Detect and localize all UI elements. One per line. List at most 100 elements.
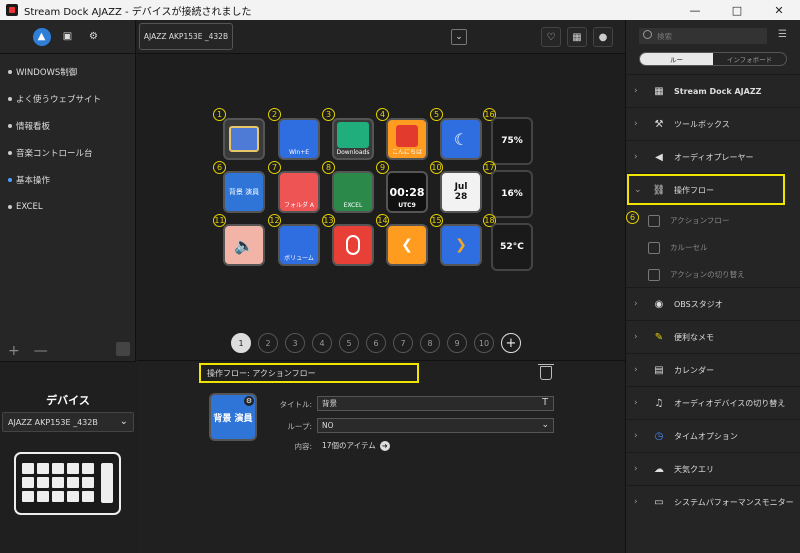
page-button[interactable]: 7: [393, 333, 413, 353]
key-10[interactable]: Jul 28: [440, 171, 482, 213]
title-input[interactable]: 背景: [317, 396, 554, 411]
minimize-button[interactable]: —: [674, 0, 716, 20]
page-button[interactable]: 6: [366, 333, 386, 353]
category-item[interactable]: › ▭ システムパフォーマンスモニター: [626, 485, 800, 518]
key-9[interactable]: 00:28 UTC9: [386, 171, 428, 213]
profile-item[interactable]: 情報看板: [0, 112, 135, 139]
list-view-icon[interactable]: ☰: [778, 29, 787, 40]
category-icon: ◀: [655, 151, 663, 163]
page-button[interactable]: 5: [339, 333, 359, 353]
title-bar: Stream Dock AJAZZ - デバイスが接続されました — □ ✕: [0, 0, 800, 20]
bullet-icon: [8, 69, 12, 74]
category-icon: ◷: [654, 430, 664, 442]
category-item[interactable]: › ♫ オーディオデバイスの切り替え: [626, 386, 800, 419]
page-button[interactable]: 9: [447, 333, 467, 353]
text-style-button[interactable]: T: [542, 397, 548, 408]
bullet-icon: [8, 123, 12, 128]
device-heading: デバイス: [46, 394, 90, 407]
chevron-right-icon: ›: [634, 119, 638, 129]
key-8[interactable]: EXCEL: [332, 171, 374, 213]
subaction-item[interactable]: カルーセル: [626, 234, 800, 261]
key-2[interactable]: Win+E: [278, 118, 320, 160]
page-button[interactable]: 10: [474, 333, 494, 353]
category-item[interactable]: › ⚒ ツールボックス: [626, 107, 800, 140]
category-icon: ♫: [654, 397, 664, 409]
bullet-icon: [8, 177, 12, 182]
bullet-icon: [8, 150, 12, 155]
maximize-button[interactable]: □: [716, 0, 758, 20]
category-item[interactable]: › ▦ Stream Dock AJAZZ: [626, 74, 800, 107]
device-select[interactable]: AJAZZ AKP153E _432B ⌄: [2, 412, 134, 432]
knob-17[interactable]: 16%: [491, 170, 533, 218]
app-icon: [6, 4, 18, 16]
category-icon: ☁: [654, 463, 664, 475]
knob-18[interactable]: 52°C: [491, 223, 533, 271]
carousel-icon: [648, 241, 660, 254]
page-selector: 1 2 3 4 5 6 7 8 9 10 +: [231, 333, 521, 353]
subaction-item[interactable]: アクションの切り替え: [626, 261, 800, 288]
category-item[interactable]: › ◷ タイムオプション: [626, 419, 800, 452]
remove-profile-icon[interactable]: —: [34, 343, 48, 359]
category-icon: ▭: [654, 496, 664, 508]
close-button[interactable]: ✕: [758, 0, 800, 20]
key-6[interactable]: 背景 演員: [223, 171, 265, 213]
category-icon: ⛓: [652, 184, 666, 196]
loop-select[interactable]: NO ⌄: [317, 418, 554, 433]
action-icon-preview[interactable]: 背景 演員 ⚙: [209, 393, 257, 441]
chevron-right-icon: ›: [634, 299, 638, 309]
trash-icon[interactable]: [538, 364, 554, 380]
add-page-button[interactable]: +: [501, 333, 521, 353]
category-item[interactable]: › ✎ 便利なメモ: [626, 320, 800, 353]
chevron-right-icon: ›: [634, 365, 638, 375]
search-input[interactable]: 検索: [639, 28, 767, 44]
key-3[interactable]: Downloads: [332, 118, 374, 160]
category-item-selected[interactable]: ⌄ ⛓ 操作フロー: [626, 173, 786, 206]
page-button[interactable]: 1: [231, 333, 251, 353]
content-label: 内容:: [294, 442, 312, 451]
category-item[interactable]: › ☁ 天気クエリ: [626, 452, 800, 485]
page-button[interactable]: 2: [258, 333, 278, 353]
action-title: 操作フロー: アクションフロー: [199, 363, 419, 383]
profile-item[interactable]: WINDOWS制御: [0, 58, 135, 85]
profile-item[interactable]: 音楽コントロール台: [0, 139, 135, 166]
gear-icon[interactable]: ⚙: [85, 28, 103, 46]
key-5[interactable]: ☾: [440, 118, 482, 160]
profile-item[interactable]: EXCEL: [0, 193, 135, 220]
title-label: タイトル:: [279, 400, 312, 409]
chevron-right-icon: ›: [634, 464, 638, 474]
store-icon[interactable]: ▲: [32, 27, 51, 46]
tab-infoboard[interactable]: インフォボード: [713, 53, 786, 65]
page-button[interactable]: 4: [312, 333, 332, 353]
key-13[interactable]: [332, 224, 374, 266]
arrow-right-icon[interactable]: ➜: [379, 440, 390, 451]
page-button[interactable]: 3: [285, 333, 305, 353]
profile-list: WINDOWS制御 よく使うウェブサイト 情報看板 音楽コントロール台 基本操作…: [0, 54, 135, 220]
subaction-item[interactable]: アクションフロー: [626, 207, 800, 234]
tab-actions[interactable]: ルー: [640, 53, 713, 65]
add-profile-icon[interactable]: +: [8, 343, 20, 359]
plugin-tabs: ルー インフォボード: [639, 52, 787, 66]
category-item[interactable]: › ◀ オーディオプレーヤー: [626, 140, 800, 173]
category-item[interactable]: › ◉ OBSスタジオ: [626, 287, 800, 320]
profile-item[interactable]: よく使うウェブサイト: [0, 85, 135, 112]
key-7[interactable]: フォルダ A: [278, 171, 320, 213]
plugin-panel: 検索 ☰ ルー インフォボード › ▦ Stream Dock AJAZZ › ⚒ ツー…: [625, 20, 800, 553]
key-4[interactable]: こんにちは: [386, 118, 428, 160]
import-icon[interactable]: [116, 342, 130, 356]
bullet-icon: [8, 96, 12, 101]
flow-icon: [648, 214, 660, 227]
key-15[interactable]: ❯: [440, 224, 482, 266]
page-button[interactable]: 8: [420, 333, 440, 353]
key-12[interactable]: ボリューム: [278, 224, 320, 266]
key-14[interactable]: ❮: [386, 224, 428, 266]
device-icon[interactable]: ▣: [59, 28, 77, 46]
key-11[interactable]: 🔈: [223, 224, 265, 266]
category-item[interactable]: › ▤ カレンダー: [626, 353, 800, 386]
device-image: [14, 452, 121, 515]
knob-16[interactable]: 75%: [491, 117, 533, 165]
content-value[interactable]: 17個のアイテム ➜: [322, 440, 390, 451]
profile-item-active[interactable]: 基本操作: [0, 166, 135, 193]
category-icon: ▤: [654, 364, 664, 376]
window-title: Stream Dock AJAZZ - デバイスが接続されました: [24, 6, 252, 18]
key-1[interactable]: [223, 118, 265, 160]
